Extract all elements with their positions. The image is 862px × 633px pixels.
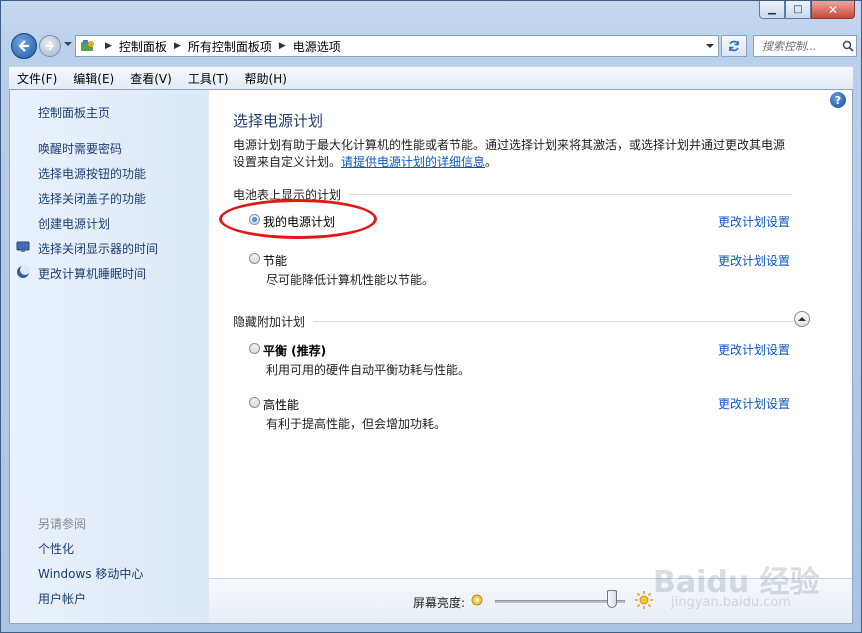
sidebar-control-panel-home[interactable]: 控制面板主页 bbox=[38, 104, 110, 121]
recent-pages-dropdown[interactable] bbox=[64, 42, 72, 46]
forward-button[interactable] bbox=[39, 35, 61, 57]
breadcrumb: ▶ 控制面板 ▶ 所有控制面板项 ▶ 电源选项 bbox=[98, 38, 341, 55]
search-box bbox=[753, 35, 857, 57]
caption-buttons: ▁ □ ✕ bbox=[759, 1, 855, 19]
group-label: 隐藏附加计划 bbox=[233, 315, 306, 329]
collapse-button[interactable] bbox=[794, 311, 810, 327]
plan-description: 利用可用的硬件自动平衡功耗与性能。 bbox=[266, 363, 471, 377]
menu-tools[interactable]: 工具(T) bbox=[180, 70, 237, 87]
plan-name: 节能 bbox=[263, 254, 288, 268]
group-divider bbox=[349, 194, 793, 195]
brightness-bar: 屏幕亮度: bbox=[209, 578, 852, 623]
close-icon: ✕ bbox=[827, 2, 839, 17]
description-text: 电源计划有助于最大化计算机的性能或者节能。通过选择计划来将其激活，或选择计划并通… bbox=[233, 138, 786, 169]
refresh-icon bbox=[729, 40, 739, 52]
back-button[interactable] bbox=[11, 33, 37, 59]
sidebar-item-user-accounts[interactable]: 用户帐户 bbox=[38, 590, 86, 607]
maximize-icon: □ bbox=[793, 3, 803, 15]
change-plan-settings-link[interactable]: 更改计划设置 bbox=[718, 252, 790, 269]
plan-name: 高性能 bbox=[263, 398, 300, 412]
minimize-button[interactable]: ▁ bbox=[759, 1, 785, 19]
main-panel: ? 选择电源计划 电源计划有助于最大化计算机的性能或者节能。通过选择计划来将其激… bbox=[209, 90, 852, 579]
menu-edit[interactable]: 编辑(E) bbox=[65, 70, 122, 87]
control-panel-icon bbox=[80, 38, 98, 54]
breadcrumb-all-items[interactable]: 所有控制面板项 bbox=[188, 38, 272, 55]
maximize-button[interactable]: □ bbox=[785, 1, 811, 19]
change-plan-settings-link[interactable]: 更改计划设置 bbox=[718, 341, 790, 358]
sidebar-item-create-plan[interactable]: 创建电源计划 bbox=[38, 215, 110, 232]
plan-radio[interactable] bbox=[249, 343, 260, 354]
plan-details-link[interactable]: 请提供电源计划的详细信息 bbox=[341, 155, 485, 169]
chevron-up-icon bbox=[798, 317, 806, 321]
page-title: 选择电源计划 bbox=[233, 112, 324, 130]
menu-view[interactable]: 查看(V) bbox=[122, 70, 180, 87]
sidebar: 控制面板主页 唤醒时需要密码 选择电源按钮的功能 选择关闭盖子的功能 创建电源计… bbox=[10, 90, 209, 623]
breadcrumb-separator-icon: ▶ bbox=[105, 41, 112, 51]
brightness-label: 屏幕亮度: bbox=[413, 596, 466, 610]
help-button[interactable]: ? bbox=[830, 92, 846, 108]
control-panel-window: ▁ □ ✕ ▶ 控制面板 ▶ 所有控制面板项 ▶ 电源选项 搜索控制... 文件… bbox=[0, 0, 862, 633]
sidebar-item-lid-close[interactable]: 选择关闭盖子的功能 bbox=[38, 190, 146, 207]
see-also-heading: 另请参阅 bbox=[38, 517, 87, 531]
brightness-slider[interactable] bbox=[495, 600, 625, 603]
page-description: 电源计划有助于最大化计算机的性能或者节能。通过选择计划来将其激活，或选择计划并通… bbox=[233, 138, 786, 169]
brightness-slider-thumb[interactable] bbox=[607, 590, 617, 608]
breadcrumb-separator-icon: ▶ bbox=[278, 41, 286, 51]
menu-bar: 文件(F) 编辑(E) 查看(V) 工具(T) 帮助(H) bbox=[9, 66, 853, 89]
close-button[interactable]: ✕ bbox=[811, 1, 855, 19]
plan-radio-selected[interactable] bbox=[249, 214, 260, 225]
plan-name: 平衡 (推荐) bbox=[263, 344, 327, 358]
arrow-right-icon bbox=[46, 41, 55, 51]
minimize-icon: ▁ bbox=[768, 3, 776, 15]
sidebar-item-wake-password[interactable]: 唤醒时需要密码 bbox=[38, 140, 122, 157]
monitor-icon bbox=[16, 241, 30, 252]
search-input[interactable] bbox=[754, 39, 842, 53]
change-plan-settings-link[interactable]: 更改计划设置 bbox=[718, 395, 790, 412]
address-bar[interactable]: ▶ 控制面板 ▶ 所有控制面板项 ▶ 电源选项 bbox=[75, 35, 719, 57]
sidebar-item-sleep-time[interactable]: 更改计算机睡眠时间 bbox=[38, 265, 146, 282]
breadcrumb-power-options[interactable]: 电源选项 bbox=[293, 38, 341, 55]
menu-file[interactable]: 文件(F) bbox=[9, 70, 65, 87]
help-icon: ? bbox=[834, 93, 842, 107]
address-dropdown-button[interactable] bbox=[702, 36, 718, 56]
plan-name: 我的电源计划 bbox=[263, 215, 336, 229]
navigation-bar: ▶ 控制面板 ▶ 所有控制面板项 ▶ 电源选项 bbox=[9, 31, 857, 61]
chevron-down-icon bbox=[706, 44, 714, 48]
sidebar-item-personalization[interactable]: 个性化 bbox=[38, 540, 74, 557]
change-plan-settings-link[interactable]: 更改计划设置 bbox=[718, 213, 790, 230]
sidebar-item-power-button[interactable]: 选择电源按钮的功能 bbox=[38, 165, 146, 182]
search-icon[interactable] bbox=[842, 40, 854, 52]
breadcrumb-control-panel[interactable]: 控制面板 bbox=[119, 38, 167, 55]
plan-radio[interactable] bbox=[249, 253, 260, 264]
sidebar-item-display-off[interactable]: 选择关闭显示器的时间 bbox=[38, 240, 158, 257]
sidebar-item-mobility-center[interactable]: Windows 移动中心 bbox=[38, 565, 143, 582]
arrow-left-icon bbox=[18, 40, 29, 52]
hidden-plans-group: 隐藏附加计划 bbox=[233, 313, 794, 330]
plan-description: 尽可能降低计算机性能以节能。 bbox=[266, 273, 435, 287]
dim-brightness-icon bbox=[471, 594, 483, 606]
menu-help[interactable]: 帮助(H) bbox=[237, 70, 295, 87]
breadcrumb-separator-icon: ▶ bbox=[173, 41, 181, 51]
refresh-button[interactable] bbox=[721, 35, 747, 57]
plan-radio[interactable] bbox=[249, 397, 260, 408]
content-area: 控制面板主页 唤醒时需要密码 选择电源按钮的功能 选择关闭盖子的功能 创建电源计… bbox=[9, 89, 853, 624]
bright-sun-icon bbox=[635, 591, 653, 609]
group-divider bbox=[313, 321, 794, 322]
plan-description: 有利于提高性能，但会增加功耗。 bbox=[266, 417, 447, 431]
moon-icon bbox=[17, 265, 30, 278]
